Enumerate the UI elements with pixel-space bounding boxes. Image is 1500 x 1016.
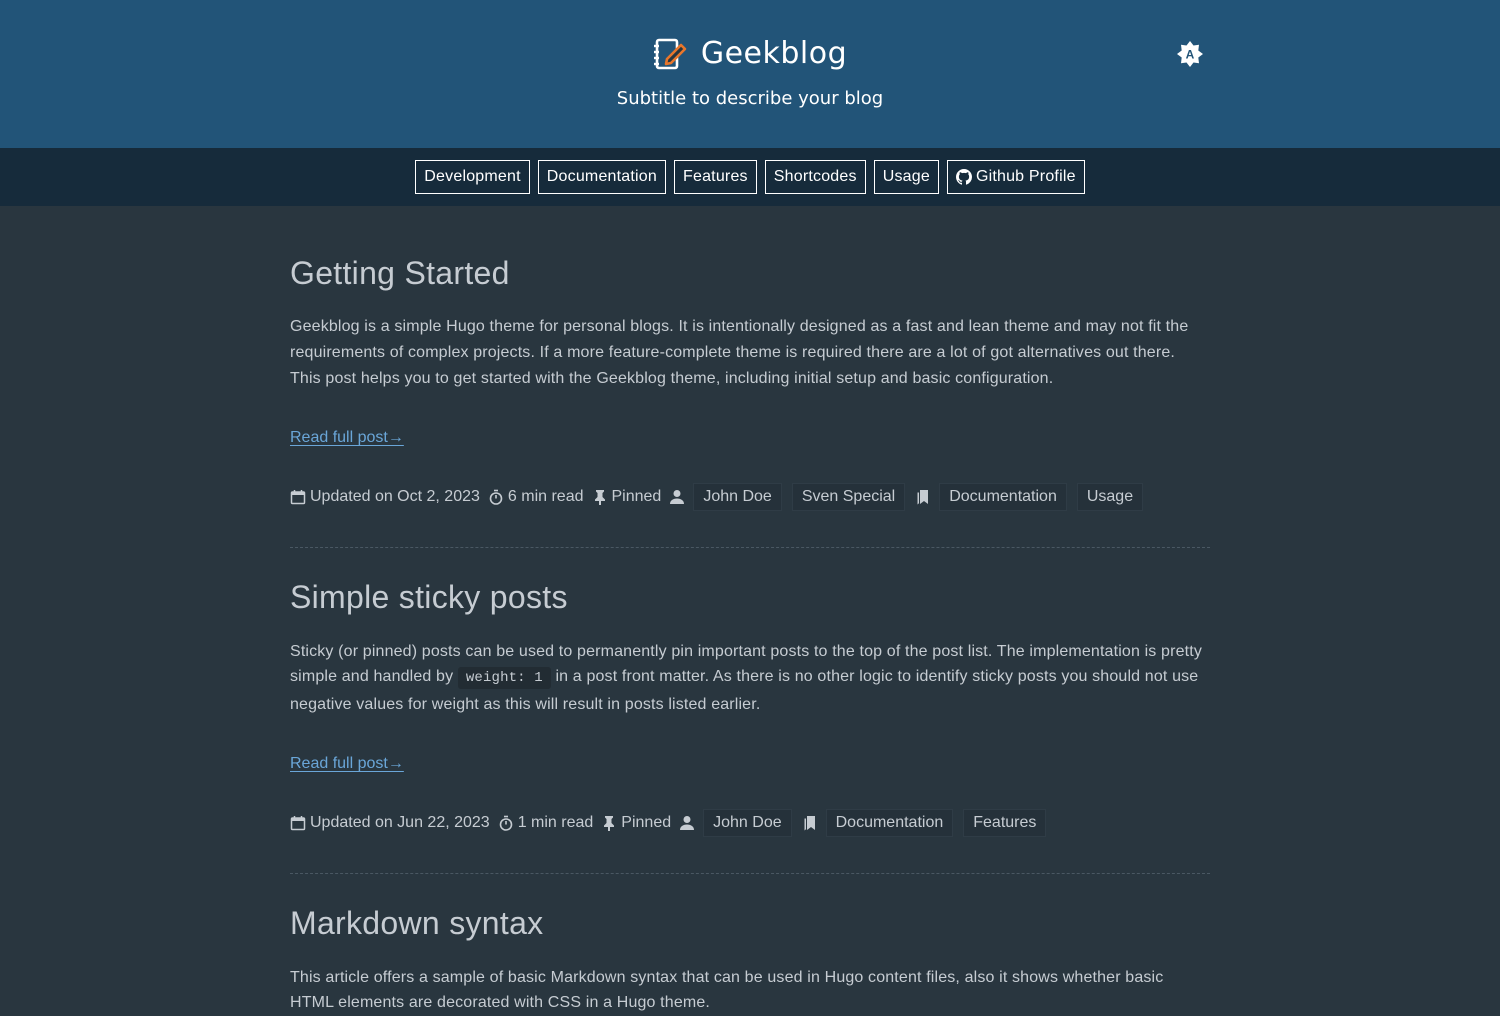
category-tag[interactable]: Usage	[1076, 483, 1144, 512]
notebook-pen-icon	[653, 37, 687, 71]
category-tag[interactable]: Features	[963, 809, 1047, 838]
menu-item-label: Development	[424, 168, 521, 185]
bookmarks-icon	[802, 815, 818, 831]
post-title[interactable]: Simple sticky posts	[290, 578, 1210, 616]
author-tag[interactable]: John Doe	[693, 483, 782, 512]
calendar-icon	[290, 815, 306, 831]
category-tag[interactable]: Documentation	[939, 483, 1067, 512]
menu-item-github-profile[interactable]: Github Profile	[946, 160, 1085, 194]
auto-theme-icon: A	[1176, 40, 1204, 73]
menu-item-label: Usage	[882, 168, 930, 185]
pin-icon	[601, 815, 617, 832]
read-more-link[interactable]: Read full post→	[290, 755, 404, 773]
pin-icon	[592, 489, 608, 506]
site-title: Geekblog	[700, 36, 848, 71]
author-tag[interactable]: Sven Special	[791, 483, 906, 512]
read-more-link[interactable]: Read full post→	[290, 429, 404, 447]
tags	[802, 815, 818, 831]
timer-icon	[498, 815, 514, 832]
bookmarks-icon	[915, 489, 931, 505]
main-menu: Development Documentation Features Short…	[0, 148, 1500, 206]
calendar-icon	[290, 489, 306, 505]
tags	[915, 489, 931, 505]
site-subtitle: Subtitle to describe your blog	[616, 88, 884, 109]
menu-item-documentation[interactable]: Documentation	[537, 160, 666, 194]
menu-item-label: Shortcodes	[773, 168, 857, 185]
post-card: Markdown syntax This article offers a sa…	[290, 873, 1210, 1016]
updated-text: Updated on Oct 2, 2023	[310, 488, 480, 506]
menu-item-shortcodes[interactable]: Shortcodes	[764, 160, 866, 194]
timer-icon	[488, 489, 504, 505]
updated-date: Updated on Oct 2, 2023	[290, 488, 480, 506]
post-summary: This article offers a sample of basic Ma…	[290, 968, 1164, 1012]
inline-code: weight: 1	[457, 667, 551, 690]
brand[interactable]: Geekblog	[0, 36, 1500, 71]
updated-text: Updated on Jun 22, 2023	[310, 814, 490, 832]
authors	[669, 489, 685, 505]
svg-text:A: A	[1186, 47, 1195, 61]
post-title[interactable]: Markdown syntax	[290, 904, 1210, 942]
post-summary: Geekblog is a simple Hugo theme for pers…	[290, 318, 1189, 387]
pinned-text: Pinned	[611, 488, 662, 506]
read-time: 6 min read	[488, 488, 584, 506]
post-meta: Updated on Oct 2, 2023 6 min read Pinned…	[290, 483, 1210, 512]
menu-item-usage[interactable]: Usage	[873, 160, 939, 194]
authors	[679, 815, 695, 831]
pinned-indicator: Pinned	[592, 488, 662, 506]
post-summary: Sticky (or pinned) posts can be used to …	[290, 639, 1210, 718]
menu-item-label: Features	[683, 168, 748, 185]
read-time-text: 1 min read	[517, 814, 594, 832]
read-time: 1 min read	[498, 814, 594, 832]
person-icon	[669, 489, 685, 505]
post-card: Simple sticky posts Sticky (or pinned) p…	[290, 547, 1210, 838]
read-time-text: 6 min read	[507, 488, 584, 506]
author-tag[interactable]: John Doe	[703, 809, 792, 838]
category-tag[interactable]: Documentation	[825, 809, 954, 838]
site-header: Geekblog Subtitle to describe your blog …	[0, 0, 1500, 148]
person-icon	[679, 815, 695, 831]
theme-toggle-button[interactable]: A	[1176, 40, 1204, 73]
post-title[interactable]: Getting Started	[290, 254, 1210, 292]
menu-item-label: Documentation	[546, 168, 657, 185]
post-meta: Updated on Jun 22, 2023 1 min read Pinne…	[290, 809, 1210, 838]
pinned-indicator: Pinned	[601, 814, 671, 832]
menu-item-label: Github Profile	[975, 168, 1076, 185]
menu-item-features[interactable]: Features	[674, 160, 757, 194]
updated-date: Updated on Jun 22, 2023	[290, 814, 490, 832]
github-icon	[955, 169, 972, 185]
post-list: Getting Started Geekblog is a simple Hug…	[290, 206, 1210, 1016]
menu-item-development[interactable]: Development	[415, 160, 530, 194]
post-card: Getting Started Geekblog is a simple Hug…	[290, 206, 1210, 512]
pinned-text: Pinned	[621, 814, 672, 832]
